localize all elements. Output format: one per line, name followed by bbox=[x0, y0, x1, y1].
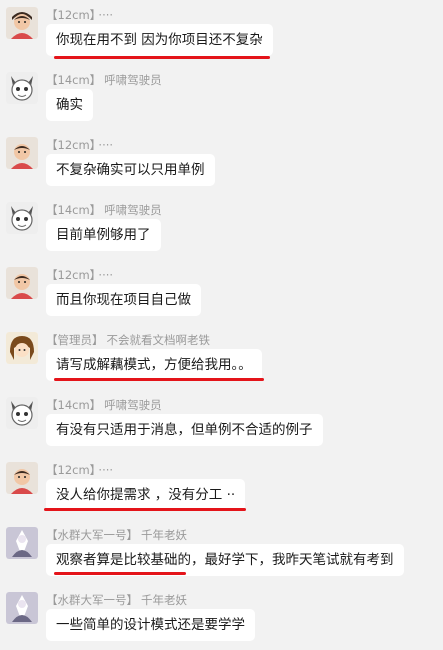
sender-name[interactable]: 千年老妖 bbox=[141, 593, 187, 607]
sender-meta: 【12cm】 ···· bbox=[46, 7, 113, 23]
sender-name[interactable]: ···· bbox=[98, 8, 113, 22]
sender-name[interactable]: ···· bbox=[98, 463, 113, 477]
sender-tag: 【14cm】 bbox=[46, 398, 102, 412]
sender-tag: 【12cm】 bbox=[46, 138, 96, 152]
sender-name[interactable]: 千年老妖 bbox=[141, 528, 187, 542]
sender-meta: 【水群大军一号】 千年老妖 bbox=[46, 527, 187, 543]
red-underline bbox=[44, 508, 246, 511]
sender-tag: 【水群大军一号】 bbox=[46, 593, 138, 607]
sender-meta: 【12cm】 ···· bbox=[46, 267, 113, 283]
sender-meta: 【12cm】 ···· bbox=[46, 462, 113, 478]
sender-meta: 【14cm】 呼啸驾驶员 bbox=[46, 397, 162, 413]
sender-tag: 【12cm】 bbox=[46, 8, 96, 22]
message-bubble: 请写成解藕模式，方便给我用。。 bbox=[46, 349, 262, 381]
sender-meta: 【12cm】 ···· bbox=[46, 137, 113, 153]
sender-name[interactable]: 不会就看文档啊老铁 bbox=[107, 333, 211, 347]
message-bubble: 有没有只适用于消息，但单例不合适的例子 bbox=[46, 414, 323, 446]
message-bubble: 目前单例够用了 bbox=[46, 219, 161, 251]
child-avatar[interactable] bbox=[6, 7, 38, 39]
sender-tag: 【水群大军一号】 bbox=[46, 528, 138, 542]
anime-avatar[interactable] bbox=[6, 332, 38, 364]
cartoon-avatar[interactable] bbox=[6, 72, 38, 104]
red-underline bbox=[54, 378, 264, 381]
message-bubble: 一些简单的设计模式还是要学学 bbox=[46, 609, 255, 641]
red-underline bbox=[54, 56, 270, 59]
cartoon-avatar[interactable] bbox=[6, 397, 38, 429]
message-bubble: 确实 bbox=[46, 89, 93, 121]
child-avatar[interactable] bbox=[6, 267, 38, 299]
message-bubble: 你现在用不到 因为你项目还不复杂 bbox=[46, 24, 273, 56]
sender-tag: 【12cm】 bbox=[46, 268, 96, 282]
fantasy-avatar[interactable] bbox=[6, 592, 38, 624]
sender-name[interactable]: ···· bbox=[98, 138, 113, 152]
sender-name[interactable]: 呼啸驾驶员 bbox=[104, 398, 162, 412]
child-avatar[interactable] bbox=[6, 137, 38, 169]
child-avatar[interactable] bbox=[6, 462, 38, 494]
sender-name[interactable]: ···· bbox=[98, 268, 113, 282]
fantasy-avatar[interactable] bbox=[6, 527, 38, 559]
sender-meta: 【14cm】 呼啸驾驶员 bbox=[46, 202, 162, 218]
message-bubble: 没人给你提需求 ，没有分工 ·· bbox=[46, 479, 246, 511]
sender-tag: 【管理员】 bbox=[46, 333, 104, 347]
sender-meta: 【水群大军一号】 千年老妖 bbox=[46, 592, 187, 608]
sender-tag: 【12cm】 bbox=[46, 463, 96, 477]
sender-name[interactable]: 呼啸驾驶员 bbox=[104, 203, 162, 217]
sender-name[interactable]: 呼啸驾驶员 bbox=[104, 73, 162, 87]
message-bubble: 而且你现在项目自己做 bbox=[46, 284, 201, 316]
chat-area: 【12cm】 ···· 你现在用不到 因为你项目还不复杂 【14cm】 呼啸驾驶员 … bbox=[0, 0, 443, 650]
red-underline bbox=[54, 572, 186, 575]
sender-tag: 【14cm】 bbox=[46, 73, 102, 87]
message-bubble: 不复杂确实可以只用单例 bbox=[46, 154, 215, 186]
sender-tag: 【14cm】 bbox=[46, 203, 102, 217]
sender-meta: 【管理员】 不会就看文档啊老铁 bbox=[46, 332, 210, 348]
sender-meta: 【14cm】 呼啸驾驶员 bbox=[46, 72, 162, 88]
cartoon-avatar[interactable] bbox=[6, 202, 38, 234]
